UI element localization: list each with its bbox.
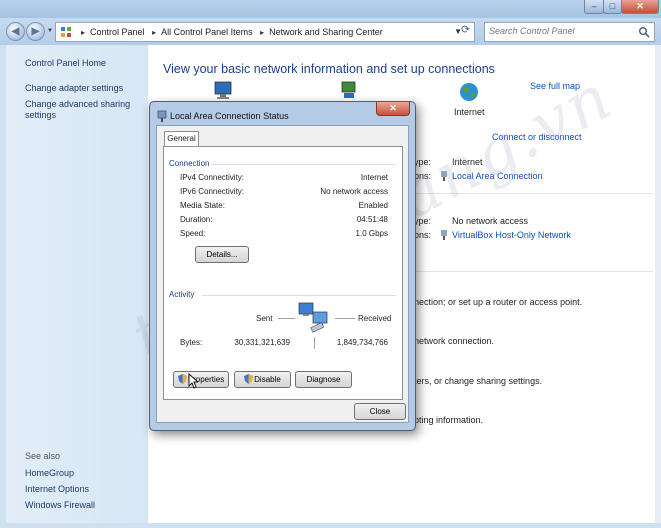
change-adapter-settings-link[interactable]: Change adapter settings xyxy=(25,83,123,93)
ipv6-value: No network access xyxy=(320,187,388,196)
address-row: ◀ ▶ ▼ ▸ Control Panel ▸ All Control Panel … xyxy=(0,18,661,45)
media-state-label: Media State: xyxy=(180,201,225,210)
access-type-value: Internet xyxy=(452,157,483,167)
speed-value: 1.0 Gbps xyxy=(355,229,388,238)
ipv4-value: Internet xyxy=(360,173,388,182)
bytes-label: Bytes: xyxy=(180,338,203,347)
address-bar[interactable]: ▸ Control Panel ▸ All Control Panel Items … xyxy=(55,22,475,42)
sent-line xyxy=(278,318,295,319)
ipv4-label: IPv4 Connectivity: xyxy=(180,173,245,182)
search-box[interactable] xyxy=(484,22,655,42)
mouse-cursor-icon xyxy=(188,373,198,389)
control-panel-icon xyxy=(61,27,71,37)
tab-general[interactable]: General xyxy=(164,131,199,147)
ethernet-icon xyxy=(441,171,447,181)
sent-label: Sent xyxy=(256,314,273,323)
forward-button[interactable]: ▶ xyxy=(26,22,45,41)
connections-label: ons: xyxy=(414,171,432,181)
breadcrumb: ▸ Control Panel ▸ All Control Panel Items … xyxy=(81,27,383,37)
internet-label: Internet xyxy=(454,107,485,117)
task-description: nection; or set up a router or access po… xyxy=(414,297,583,307)
connect-or-disconnect-link[interactable]: Connect or disconnect xyxy=(492,132,582,142)
breadcrumb-control-panel[interactable]: Control Panel xyxy=(90,27,145,37)
network-activity-icon xyxy=(298,302,328,333)
received-label: Received xyxy=(358,314,392,323)
search-input[interactable] xyxy=(489,26,634,36)
homegroup-link[interactable]: HomeGroup xyxy=(25,468,74,478)
computer-icon xyxy=(214,81,232,99)
properties-button[interactable]: Properties xyxy=(173,371,229,388)
divider xyxy=(413,271,653,272)
general-tab-panel: Connection IPv4 Connectivity: Internet I… xyxy=(163,146,403,400)
diagnose-button[interactable]: Diagnose xyxy=(295,371,352,388)
internet-options-link[interactable]: Internet Options xyxy=(25,484,89,494)
see-full-map-link[interactable]: See full map xyxy=(530,81,580,91)
group-divider xyxy=(202,295,396,296)
task-description: network connection. xyxy=(414,336,495,346)
uac-shield-icon xyxy=(244,374,254,384)
activity-divider xyxy=(314,337,315,349)
change-advanced-sharing-link[interactable]: Change advanced sharing settings xyxy=(25,99,140,121)
page-heading: View your basic network information and … xyxy=(163,62,495,76)
speed-label: Speed: xyxy=(180,229,206,238)
close-window-button[interactable]: ✕ xyxy=(621,0,659,14)
local-area-connection-link[interactable]: Local Area Connection xyxy=(452,171,543,181)
close-button[interactable]: Close xyxy=(354,403,406,420)
breadcrumb-network-sharing[interactable]: Network and Sharing Center xyxy=(269,27,383,37)
virtualbox-network-link[interactable]: VirtualBox Host-Only Network xyxy=(452,230,571,240)
connections-label: ons: xyxy=(414,230,432,240)
scrollbar[interactable] xyxy=(655,45,661,523)
task-description: pting information. xyxy=(414,415,484,425)
windows-firewall-link[interactable]: Windows Firewall xyxy=(25,500,95,510)
connection-group-title: Connection xyxy=(169,159,210,168)
window-titlebar: – □ ✕ xyxy=(0,0,661,18)
access-type-label: ype: xyxy=(414,216,432,226)
disable-button-label: Disable xyxy=(254,375,281,384)
uac-shield-icon xyxy=(177,374,187,384)
dialog-close-icon[interactable]: ✕ xyxy=(376,102,410,116)
duration-label: Duration: xyxy=(180,215,213,224)
ipv6-label: IPv6 Connectivity: xyxy=(180,187,245,196)
breadcrumb-all-items[interactable]: All Control Panel Items xyxy=(161,27,253,37)
network-adapter-icon xyxy=(157,110,167,122)
activity-group-title: Activity xyxy=(169,290,195,299)
disable-button[interactable]: Disable xyxy=(234,371,291,388)
network-icon xyxy=(341,81,356,98)
bytes-sent-value: 30,331,321,639 xyxy=(234,338,290,347)
ethernet-icon xyxy=(441,230,447,240)
minimize-button[interactable]: – xyxy=(584,0,604,14)
access-type-value: No network access xyxy=(452,216,529,226)
left-pane: Control Panel Home Change adapter settin… xyxy=(6,45,148,523)
task-description: ters, or change sharing settings. xyxy=(414,376,543,386)
bytes-received-value: 1,849,734,766 xyxy=(336,338,388,347)
duration-value: 04:51:48 xyxy=(356,215,388,224)
globe-icon xyxy=(460,83,478,101)
control-panel-home-link[interactable]: Control Panel Home xyxy=(25,58,106,68)
details-button[interactable]: Details... xyxy=(195,246,249,263)
dialog-title: Local Area Connection Status xyxy=(170,111,289,121)
access-type-label: ype: xyxy=(414,157,432,167)
back-button[interactable]: ◀ xyxy=(6,22,25,41)
refresh-icon[interactable]: ⟳ xyxy=(461,23,470,36)
see-also-heading: See also xyxy=(25,451,61,461)
received-line xyxy=(335,318,355,319)
divider xyxy=(413,193,653,194)
maximize-button[interactable]: □ xyxy=(603,0,622,14)
media-state-value: Enabled xyxy=(358,201,388,210)
group-divider xyxy=(212,164,396,165)
search-icon[interactable] xyxy=(638,26,650,38)
recent-pages-dropdown-icon[interactable]: ▼ xyxy=(47,28,53,34)
